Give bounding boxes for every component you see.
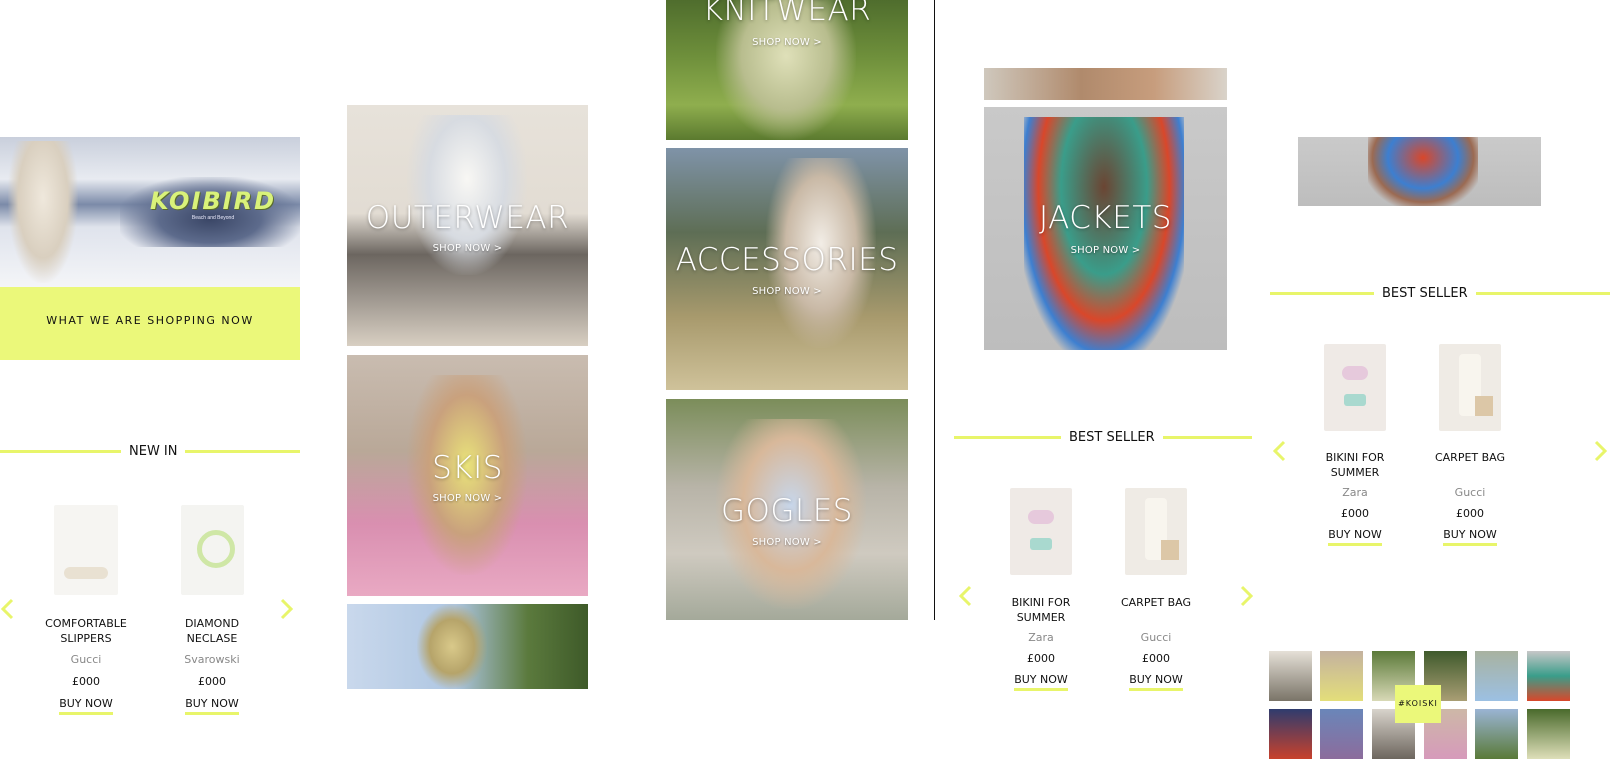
gogles-shop-now-link[interactable]: SHOP NOW > bbox=[666, 537, 908, 548]
knitwear-title: KNITWEAR bbox=[702, 0, 872, 28]
accessories-shop-now-link[interactable]: SHOP NOW > bbox=[666, 286, 908, 297]
gogles-tile[interactable]: GOGLES SHOP NOW > bbox=[666, 399, 908, 620]
product-brand: Zara bbox=[1342, 486, 1368, 499]
product-price: £000 bbox=[72, 675, 100, 688]
instagram-thumb[interactable] bbox=[1475, 709, 1518, 759]
outerwear-shop-now-link[interactable]: SHOP NOW > bbox=[347, 243, 588, 254]
summer-dress-tile[interactable] bbox=[347, 604, 588, 689]
dress-model-figure bbox=[417, 604, 487, 689]
accessories-tile[interactable]: ACCESSORIES SHOP NOW > bbox=[666, 148, 908, 390]
instagram-thumb[interactable] bbox=[1320, 651, 1363, 701]
product-image-carpet-bag[interactable] bbox=[1125, 488, 1187, 575]
product-name[interactable]: CARPET BAG bbox=[1111, 595, 1201, 610]
chevron-right-icon[interactable] bbox=[1592, 439, 1608, 468]
skis-tile[interactable]: SKIS SHOP NOW > bbox=[347, 355, 588, 596]
new-in-title: NEW IN bbox=[121, 444, 186, 459]
product-price: £000 bbox=[198, 675, 226, 688]
skis-shop-now-link[interactable]: SHOP NOW > bbox=[347, 493, 588, 504]
column-divider bbox=[934, 0, 935, 620]
shopping-now-banner[interactable]: WHAT WE ARE SHOPPING NOW bbox=[0, 287, 300, 360]
chevron-left-icon[interactable] bbox=[0, 597, 16, 626]
gogles-title: GOGLES bbox=[721, 493, 853, 529]
product-brand: Gucci bbox=[1140, 631, 1172, 644]
chevron-left-icon[interactable] bbox=[1272, 439, 1288, 468]
skis-title: SKIS bbox=[432, 450, 503, 486]
chevron-right-icon[interactable] bbox=[1238, 584, 1254, 613]
knitwear-tile[interactable]: KNITWEAR SHOP NOW > bbox=[666, 0, 908, 140]
jackets-shop-now-link[interactable]: SHOP NOW > bbox=[984, 245, 1227, 256]
product-name[interactable]: BIKINI FOR SUMMER bbox=[1310, 450, 1400, 480]
chevron-right-icon[interactable] bbox=[278, 597, 294, 626]
knitwear-shop-now-link[interactable]: SHOP NOW > bbox=[666, 37, 908, 48]
outerwear-tile[interactable]: OUTERWEAR SHOP NOW > bbox=[347, 105, 588, 346]
jackets-title: JACKETS bbox=[1039, 200, 1172, 236]
product-name[interactable]: DIAMOND NECLASE bbox=[167, 616, 257, 646]
hero-model-figure bbox=[8, 141, 78, 283]
product-brand: Gucci bbox=[70, 653, 102, 666]
instagram-thumb[interactable] bbox=[1269, 651, 1312, 701]
best-seller-title: BEST SELLER bbox=[1374, 286, 1476, 301]
product-name[interactable]: CARPET BAG bbox=[1425, 450, 1515, 465]
product-image-bikini[interactable] bbox=[1324, 344, 1386, 431]
accessories-title: ACCESSORIES bbox=[675, 242, 899, 278]
product-price: £000 bbox=[1142, 652, 1170, 665]
product-price: £000 bbox=[1456, 507, 1484, 520]
buy-now-button[interactable]: BUY NOW bbox=[1111, 673, 1201, 691]
swimwear-figure bbox=[1368, 137, 1478, 206]
hero-image[interactable]: KOIBIRD Beach and Beyond bbox=[0, 137, 300, 287]
product-name[interactable]: BIKINI FOR SUMMER bbox=[996, 595, 1086, 625]
product-image-carpet-bag[interactable] bbox=[1439, 344, 1501, 431]
buy-now-button[interactable]: BUY NOW bbox=[1310, 528, 1400, 546]
product-brand: Svarowski bbox=[184, 653, 240, 666]
product-name[interactable]: COMFORTABLE SLIPPERS bbox=[41, 616, 131, 646]
buy-now-button[interactable]: BUY NOW bbox=[996, 673, 1086, 691]
jackets-tile[interactable]: JACKETS SHOP NOW > bbox=[984, 107, 1227, 350]
swimwear-partial-image[interactable] bbox=[1298, 137, 1541, 206]
buy-now-button[interactable]: BUY NOW bbox=[1425, 528, 1515, 546]
product-brand: Gucci bbox=[1454, 486, 1486, 499]
instagram-thumb[interactable] bbox=[1475, 651, 1518, 701]
outerwear-title: OUTERWEAR bbox=[365, 200, 570, 236]
shopping-now-label: WHAT WE ARE SHOPPING NOW bbox=[46, 314, 254, 327]
product-price: £000 bbox=[1341, 507, 1369, 520]
chevron-left-icon[interactable] bbox=[958, 584, 974, 613]
instagram-thumb[interactable] bbox=[1320, 709, 1363, 759]
instagram-thumb[interactable] bbox=[1527, 651, 1570, 701]
product-image-necklace[interactable] bbox=[181, 505, 244, 595]
instagram-tag-badge[interactable]: #KOISKI bbox=[1395, 685, 1441, 723]
product-image-bikini[interactable] bbox=[1010, 488, 1072, 575]
product-price: £000 bbox=[1027, 652, 1055, 665]
buy-now-button[interactable]: BUY NOW bbox=[167, 697, 257, 715]
buy-now-button[interactable]: BUY NOW bbox=[41, 697, 131, 715]
product-brand: Zara bbox=[1028, 631, 1054, 644]
instagram-thumb[interactable] bbox=[1269, 709, 1312, 759]
top-partial-image[interactable] bbox=[984, 68, 1227, 100]
product-image-slippers[interactable] bbox=[54, 505, 118, 595]
best-seller-title: BEST SELLER bbox=[1061, 430, 1163, 445]
instagram-thumb[interactable] bbox=[1527, 709, 1570, 759]
koibird-logo: KOIBIRD Beach and Beyond bbox=[149, 187, 277, 221]
